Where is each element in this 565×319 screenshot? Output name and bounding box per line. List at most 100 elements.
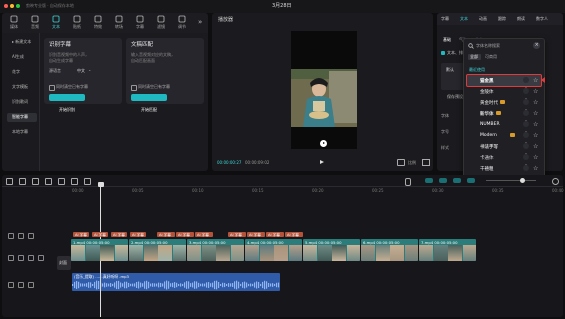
chevron-down-icon[interactable]: ⌄ <box>88 68 91 72</box>
time-ruler[interactable]: 00:00 00:05 00:10 00:15 00:20 00:25 00:30 00:35… <box>72 187 564 194</box>
inspector-subtab-0[interactable]: 基础 <box>443 38 451 42</box>
favorite-star-icon[interactable]: ☆ <box>533 154 538 161</box>
font-item[interactable]: 新华体 ☆ <box>467 108 541 124</box>
download-icon[interactable] <box>523 99 529 113</box>
tool-5[interactable]: 转场 <box>110 14 128 32</box>
split-right-icon[interactable] <box>71 178 78 185</box>
font-item[interactable]: 千禧粗 ☆ <box>467 163 541 179</box>
lock-icon[interactable] <box>18 282 24 288</box>
audio-track-icon[interactable] <box>8 282 14 288</box>
maximize-window-button[interactable] <box>16 4 20 8</box>
text-clip[interactable]: AI 字幕 <box>176 232 194 237</box>
video-clip[interactable]: 7.mp4 00:00:05:00 <box>419 239 476 261</box>
font-item[interactable]: Modern ☆ <box>467 130 541 146</box>
tool-3[interactable]: 贴纸 <box>68 14 86 32</box>
start-match-button[interactable]: 开始匹配 <box>131 94 167 111</box>
video-clip[interactable]: 1.mp4 00:00:05:00 <box>71 239 128 261</box>
font-item[interactable]: 卡通体 ☆ <box>467 152 541 168</box>
video-clip[interactable]: 5.mp4 00:00:05:00 <box>303 239 360 261</box>
tool-7[interactable]: 滤镜 <box>152 14 170 32</box>
text-clip[interactable]: AI 字幕 <box>111 232 127 237</box>
tool-2[interactable]: 文本 <box>47 14 65 32</box>
download-icon[interactable] <box>523 143 529 157</box>
inspector-tab-4[interactable]: 朗读 <box>517 17 525 21</box>
text-clip[interactable]: AI 字幕 <box>157 232 175 237</box>
nav-item-1[interactable]: AI生成 <box>7 53 37 62</box>
video-clip[interactable]: 4.mp4 00:00:05:00 <box>245 239 302 261</box>
font-item[interactable]: 黄金时代 ☆ <box>467 97 541 113</box>
volume-icon[interactable] <box>28 282 34 288</box>
favorite-star-icon[interactable]: ☆ <box>533 77 538 84</box>
download-icon[interactable] <box>523 77 529 91</box>
audio-clip[interactable]: (音乐_提取) ……真好听呀 .mp3 <box>72 273 280 291</box>
play-button[interactable] <box>320 160 324 164</box>
favorite-star-icon[interactable]: ☆ <box>533 121 538 128</box>
split-left-icon[interactable] <box>58 178 65 185</box>
favorite-star-icon[interactable]: ☆ <box>533 143 538 150</box>
text-clip[interactable]: AI 字幕 <box>247 232 265 237</box>
fullscreen-focus-icon[interactable] <box>397 159 405 166</box>
tool-1[interactable]: 音频 <box>26 14 44 32</box>
nav-item-5[interactable]: 智能字幕 <box>7 113 37 122</box>
timeline-settings-icon[interactable] <box>552 178 559 185</box>
zoom-slider-handle[interactable] <box>520 178 525 183</box>
inspector-tab-2[interactable]: 动画 <box>479 17 487 21</box>
source-language-select[interactable]: 中文 <box>77 69 85 73</box>
inspector-tab-3[interactable]: 跟踪 <box>498 17 506 21</box>
text-clip[interactable]: AI 字幕 <box>195 232 213 237</box>
nav-item-2[interactable]: 花字 <box>7 68 37 77</box>
start-recognize-button[interactable]: 开始识别 <box>49 94 85 111</box>
redo-icon[interactable] <box>32 178 39 185</box>
text-clip[interactable]: AI 字幕 <box>266 232 284 237</box>
clear-subtitles-checkbox[interactable] <box>131 85 137 91</box>
select-icon[interactable] <box>6 178 13 185</box>
font-item[interactable]: 猫金黑 ☆ <box>466 74 542 91</box>
favorite-star-icon[interactable]: ☆ <box>533 110 538 117</box>
download-icon[interactable] <box>523 121 529 135</box>
cover-button[interactable]: 封面 <box>57 256 71 270</box>
favorite-star-icon[interactable]: ☆ <box>533 99 538 106</box>
video-clip[interactable]: 6.mp4 00:00:05:00 <box>361 239 418 261</box>
tool-6[interactable]: 字幕 <box>131 14 149 32</box>
text-clip[interactable]: AI 字幕 <box>92 232 108 237</box>
video-clip[interactable]: 3.mp4 00:00:05:00 <box>187 239 244 261</box>
text-clip[interactable]: AI 字幕 <box>285 232 303 237</box>
favorite-star-icon[interactable]: ☆ <box>533 132 538 139</box>
download-icon[interactable] <box>523 165 529 179</box>
download-icon[interactable] <box>523 132 529 146</box>
nav-item-6[interactable]: 本地字幕 <box>7 128 37 137</box>
nav-item-0[interactable]: ▸ 新建文本 <box>7 38 37 47</box>
preset-checkbox[interactable] <box>441 51 445 55</box>
lock-icon[interactable] <box>18 233 24 239</box>
clear-subtitles-checkbox[interactable] <box>49 85 55 91</box>
font-item[interactable]: 金陵体 ☆ <box>467 86 541 102</box>
download-icon[interactable] <box>523 88 529 102</box>
more-tools-icon[interactable]: » <box>198 19 202 26</box>
link-icon[interactable] <box>425 178 433 183</box>
text-clip[interactable]: AI 字幕 <box>73 232 89 237</box>
audio-mute-icon[interactable] <box>38 255 44 261</box>
ratio-button[interactable]: 比例 <box>408 161 416 165</box>
split-icon[interactable] <box>45 178 52 185</box>
video-preview[interactable] <box>291 31 357 149</box>
nav-item-4[interactable]: 识别歌词 <box>7 98 37 107</box>
text-clip[interactable]: AI 字幕 <box>228 232 246 237</box>
tool-0[interactable]: 媒体 <box>5 14 23 32</box>
text-clip[interactable]: AI 字幕 <box>130 232 146 237</box>
undo-icon[interactable] <box>19 178 26 185</box>
font-item[interactable]: NUMBER ☆ <box>467 119 541 135</box>
font-tab-commercial[interactable]: 可商用 <box>483 54 499 60</box>
font-item[interactable]: 书法手写 ☆ <box>467 141 541 157</box>
tool-4[interactable]: 特效 <box>89 14 107 32</box>
eye-icon[interactable] <box>28 255 34 261</box>
favorite-star-icon[interactable]: ☆ <box>533 165 538 172</box>
project-title[interactable]: 3月28日 <box>272 4 292 9</box>
delete-icon[interactable] <box>84 178 91 185</box>
font-search-box[interactable]: 字体名称搜索 <box>467 42 529 50</box>
snap-icon[interactable] <box>453 178 461 183</box>
close-window-button[interactable] <box>4 4 8 8</box>
zoom-slider[interactable] <box>486 180 536 181</box>
fullscreen-icon[interactable] <box>422 159 430 166</box>
download-icon[interactable] <box>523 110 529 124</box>
inspector-tab-5[interactable]: 数字人 <box>536 17 548 21</box>
